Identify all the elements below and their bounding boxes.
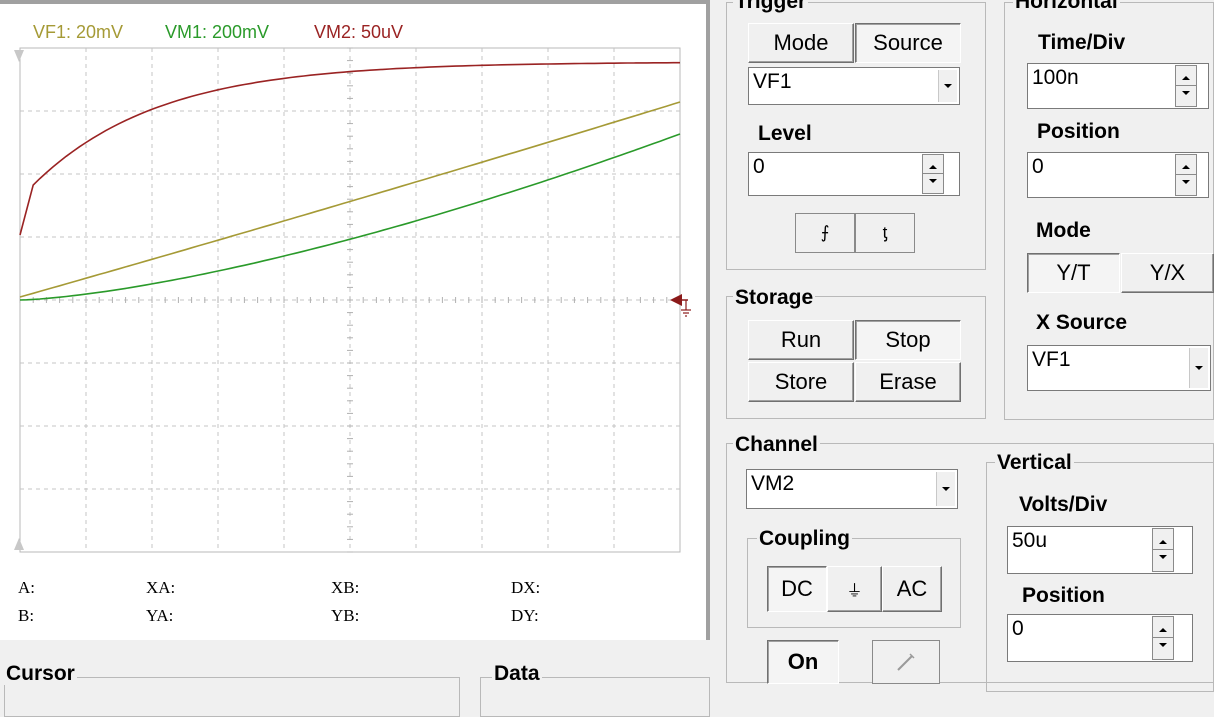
channel-label-vm1: VM1: 200mV <box>165 22 270 42</box>
spin-down-icon[interactable] <box>1176 86 1196 106</box>
horizontal-position-label: Position <box>1037 120 1120 143</box>
probe-button[interactable] <box>872 640 940 684</box>
vertical-position-value: 0 <box>1012 617 1024 640</box>
x-source-label: X Source <box>1036 311 1128 334</box>
spin-down-icon[interactable] <box>1153 550 1173 571</box>
storage-group-title: Storage <box>733 286 816 309</box>
trigger-group-title: Trigger <box>733 0 809 13</box>
horizontal-group-title: Horizontal <box>1013 0 1120 13</box>
spin-up-icon[interactable] <box>923 155 943 174</box>
trigger-level-value: 0 <box>753 155 765 178</box>
trigger-falling-edge-button[interactable]: ƫ <box>855 213 915 253</box>
data-group-title: Data <box>492 662 542 685</box>
spin-down-icon[interactable] <box>1176 175 1196 195</box>
cursor-group-title: Cursor <box>4 662 77 685</box>
spin-down-icon[interactable] <box>1153 638 1173 659</box>
storage-erase-button[interactable]: Erase <box>855 362 961 402</box>
vertical-position-label: Position <box>1022 584 1105 607</box>
storage-run-button[interactable]: Run <box>748 320 854 360</box>
trigger-source-value: VF1 <box>753 70 792 93</box>
spin-up-icon[interactable] <box>1153 617 1173 638</box>
trigger-source-select[interactable]: VF1 <box>748 67 960 105</box>
coupling-dc-button[interactable]: DC <box>767 566 827 612</box>
time-div-spinner[interactable] <box>1175 65 1197 107</box>
channel-value: VM2 <box>751 472 795 495</box>
storage-stop-button[interactable]: Stop <box>855 320 961 360</box>
storage-store-button[interactable]: Store <box>748 362 854 402</box>
x-source-value: VF1 <box>1032 348 1071 371</box>
channel-group-title: Channel <box>733 433 820 456</box>
horizontal-position-value: 0 <box>1032 155 1044 178</box>
spin-up-icon[interactable] <box>1176 155 1196 175</box>
channel-label-vm2: VM2: 50uV <box>314 22 404 42</box>
mode-yx-button[interactable]: Y/X <box>1121 253 1214 293</box>
cursor-a-label: A: <box>18 578 35 597</box>
chevron-down-icon[interactable] <box>936 472 955 506</box>
volts-div-label: Volts/Div <box>1019 493 1108 516</box>
coupling-gnd-button[interactable]: ⏚ <box>827 566 882 612</box>
trigger-mode-button[interactable]: Mode <box>748 23 854 63</box>
scope-plot <box>14 47 691 553</box>
cursor-b-label: B: <box>18 606 35 625</box>
coupling-ac-button[interactable]: AC <box>882 566 942 612</box>
vertical-group-title: Vertical <box>995 451 1074 474</box>
trigger-level-label: Level <box>758 122 812 145</box>
volts-div-value: 50u <box>1012 529 1048 552</box>
cursor-xa-label: XA: <box>146 578 176 597</box>
trigger-rising-edge-button[interactable]: ⨍ <box>795 213 855 253</box>
cursor-yb-label: YB: <box>331 606 360 625</box>
channel-on-button[interactable]: On <box>767 640 839 684</box>
mode-yt-button[interactable]: Y/T <box>1027 253 1120 293</box>
spin-up-icon[interactable] <box>1153 529 1173 550</box>
cursor-ya-label: YA: <box>146 606 174 625</box>
x-source-select[interactable]: VF1 <box>1027 345 1211 391</box>
chevron-down-icon[interactable] <box>938 70 957 102</box>
horizontal-position-spinner[interactable] <box>1175 154 1197 196</box>
bottom-marker-icon <box>14 538 24 550</box>
trigger-level-spinner[interactable] <box>922 154 944 194</box>
spin-down-icon[interactable] <box>923 174 943 193</box>
coupling-group-title: Coupling <box>757 527 852 550</box>
chevron-down-icon[interactable] <box>1189 348 1208 388</box>
volts-div-spinner[interactable] <box>1152 528 1174 572</box>
channel-select[interactable]: VM2 <box>746 469 958 509</box>
cursor-dy-label: DY: <box>511 606 539 625</box>
spin-up-icon[interactable] <box>1176 66 1196 86</box>
channel-label-vf1: VF1: 20mV <box>33 22 124 42</box>
trigger-source-button[interactable]: Source <box>855 23 961 63</box>
cursor-xb-label: XB: <box>331 578 360 597</box>
probe-icon <box>897 653 915 671</box>
top-marker-icon <box>14 50 24 62</box>
horizontal-mode-label: Mode <box>1036 219 1091 242</box>
cursor-dx-label: DX: <box>511 578 541 597</box>
vertical-position-spinner[interactable] <box>1152 616 1174 660</box>
time-div-value: 100n <box>1032 66 1079 89</box>
time-div-label: Time/Div <box>1038 31 1126 54</box>
